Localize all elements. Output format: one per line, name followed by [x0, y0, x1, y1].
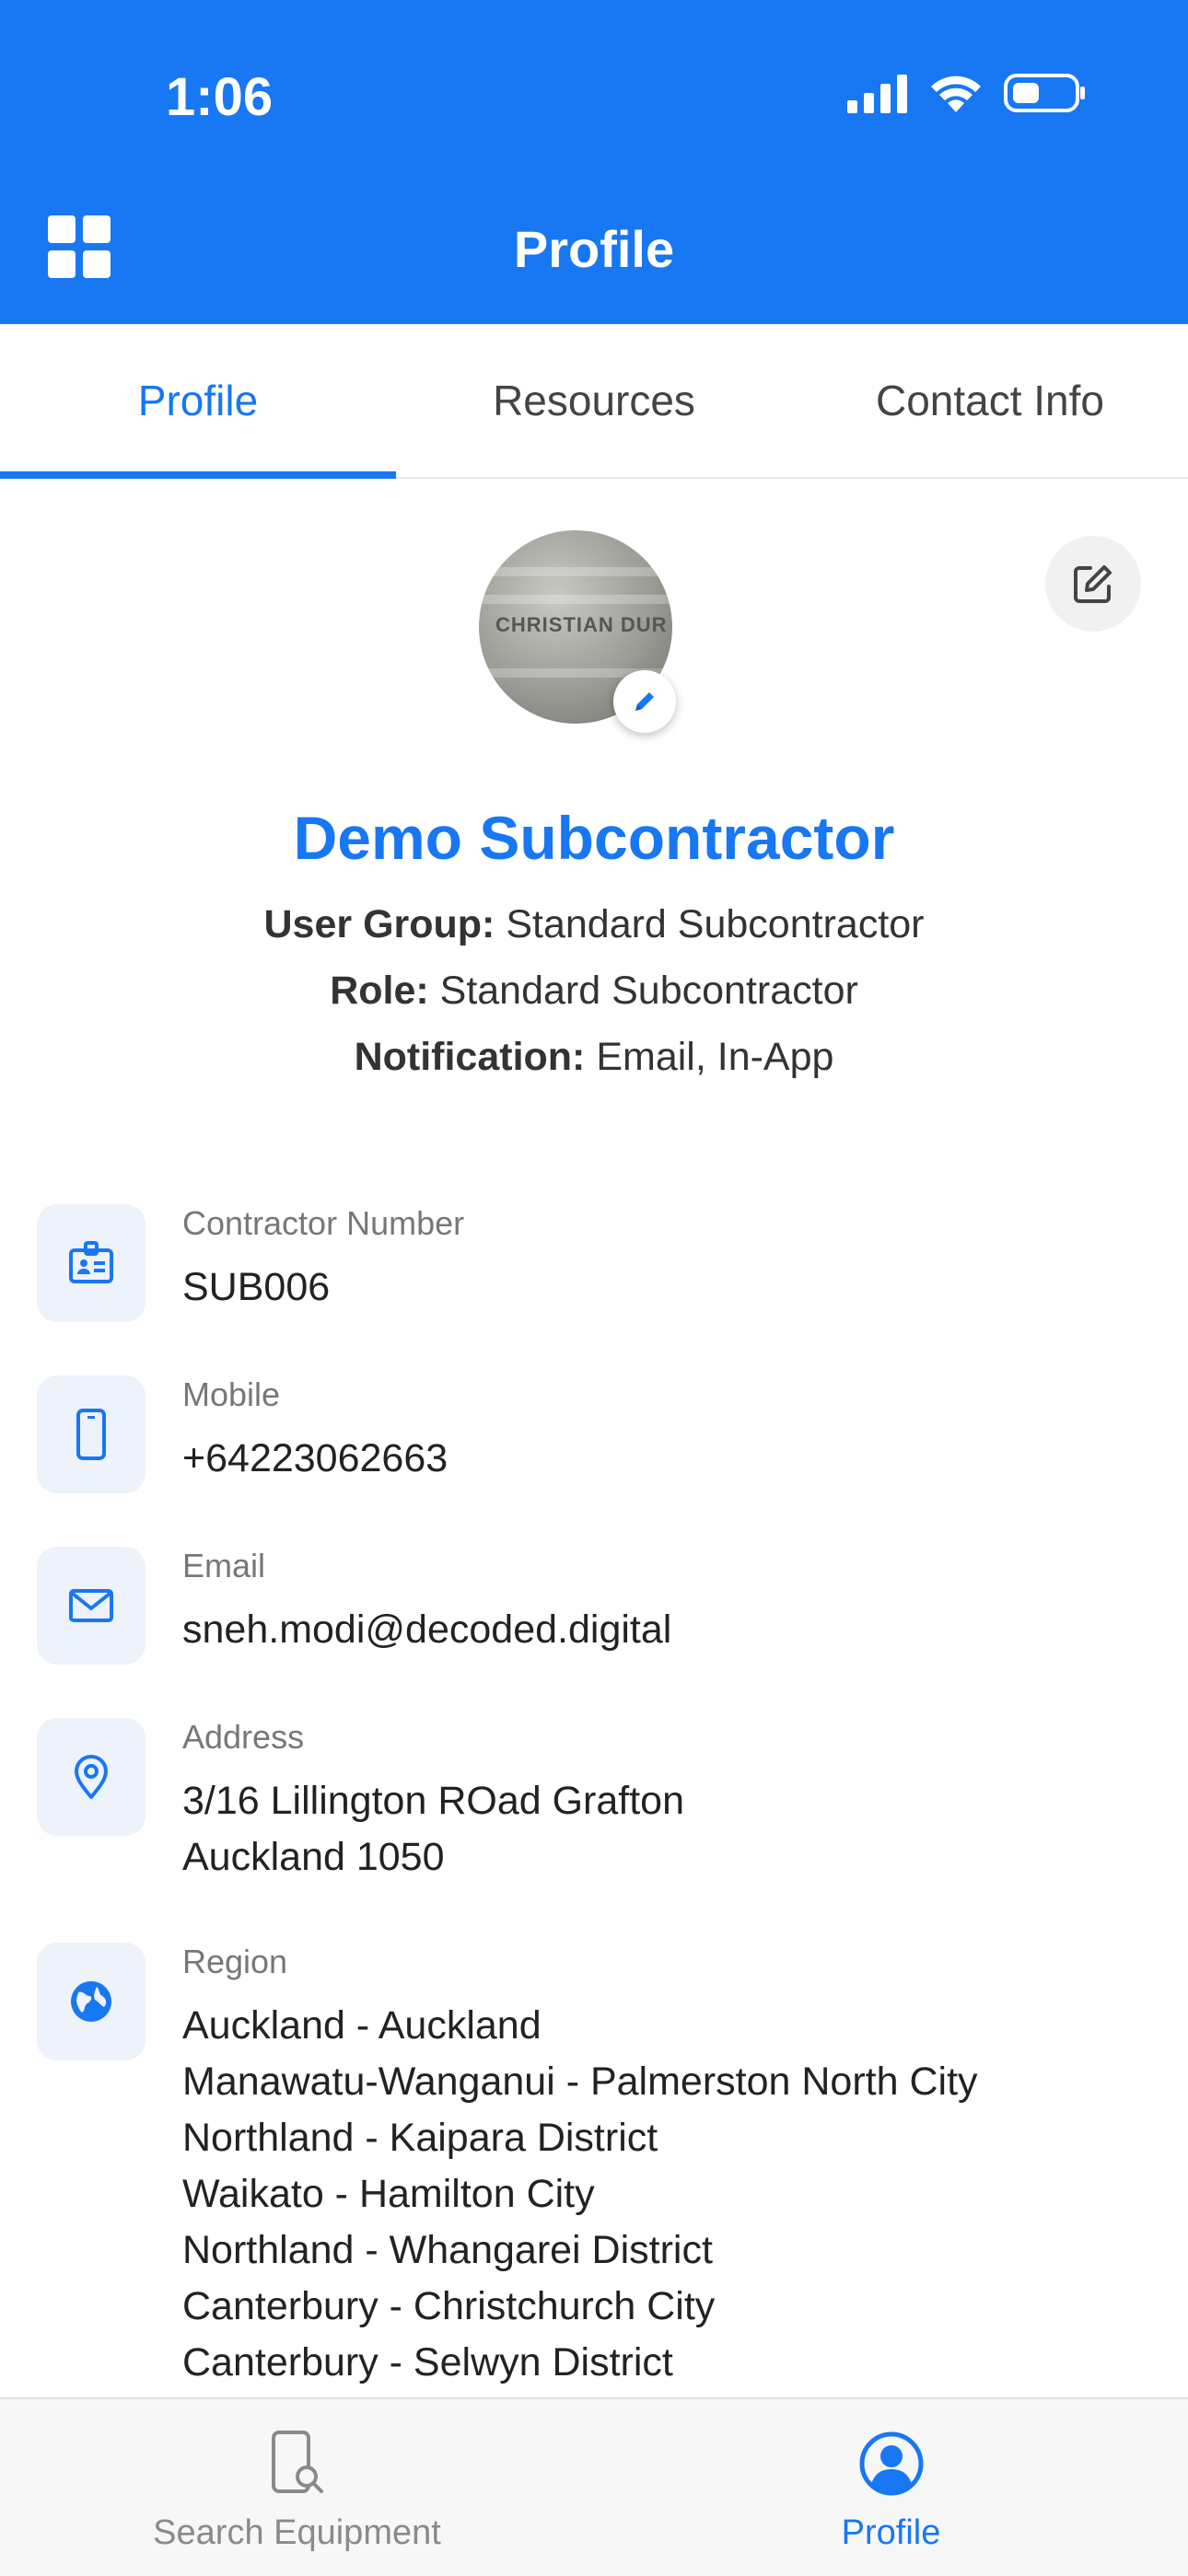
tab-resources[interactable]: Resources [396, 324, 792, 477]
bottom-nav: Search Equipment Profile [0, 2397, 1188, 2576]
profile-name: Demo Subcontractor [293, 804, 895, 872]
status-time: 1:06 [166, 67, 274, 127]
address-line-1: 3/16 Lillington ROad Grafton [182, 1779, 684, 1823]
app-header: 1:06 Profile [0, 0, 1188, 324]
profile-icon [859, 2431, 923, 2496]
region-line: Manawatu-Wanganui - Palmerston North Cit… [182, 2060, 978, 2104]
mobile-label: Mobile [182, 1375, 281, 1413]
region-label: Region [182, 1943, 288, 1980]
nav-search-equipment-label: Search Equipment [153, 2513, 441, 2552]
nav-profile-label: Profile [841, 2513, 941, 2552]
region-line: Northland - Kaipara District [182, 2116, 658, 2160]
region-line: Auckland - Auckland [182, 2003, 542, 2048]
region-line: Waikato - Hamilton City [182, 2172, 595, 2216]
mail-icon-box [37, 1547, 146, 1665]
location-icon-box [37, 1718, 146, 1836]
region-line: Northland - Whangarei District [182, 2228, 713, 2272]
nav-profile[interactable]: Profile [594, 2399, 1188, 2576]
tab-bar: Profile Resources Contact Info [0, 324, 1188, 479]
email-label: Email [182, 1547, 266, 1584]
region-value: Auckland - Auckland Manawatu-Wanganui - … [182, 1998, 978, 2391]
edit-profile-button[interactable] [1045, 536, 1141, 632]
mobile-value[interactable]: +64223062663 [182, 1431, 448, 1487]
signal-icon [847, 75, 907, 113]
avatar-photo-text: CHRISTIAN DUR [495, 613, 668, 636]
battery-icon [1004, 74, 1085, 112]
avatar-container: CHRISTIAN DUR [479, 530, 676, 733]
phone-icon-box [37, 1375, 146, 1493]
address-label: Address [182, 1718, 305, 1756]
status-icons [847, 72, 1087, 114]
globe-icon [71, 1981, 111, 2022]
notification-line: Notification: Email, In-App [0, 1035, 1188, 1080]
address-line-2: Auckland 1050 [182, 1835, 445, 1879]
nav-search-equipment[interactable]: Search Equipment [0, 2399, 594, 2576]
avatar-edit-button[interactable] [613, 670, 676, 733]
id-badge-icon [69, 1241, 113, 1283]
tab-contact-info[interactable]: Contact Info [792, 324, 1188, 477]
region-line: Canterbury - Selwyn District [182, 2340, 673, 2385]
search-equipment-icon [271, 2431, 323, 2493]
page-title: Profile [513, 220, 675, 278]
contractor-number-value: SUB006 [182, 1265, 331, 1309]
id-badge-icon-box [37, 1204, 146, 1322]
email-value[interactable]: sneh.modi@decoded.digital [182, 1602, 671, 1658]
wifi-icon [931, 75, 981, 112]
role-value: Standard Subcontractor [439, 969, 858, 1013]
edit-square-icon [1074, 565, 1112, 603]
role-line: Role: Standard Subcontractor [0, 969, 1188, 1014]
user-group-line: User Group: Standard Subcontractor [0, 902, 1188, 947]
contractor-number-label: Contractor Number [182, 1204, 465, 1242]
globe-icon-box [37, 1943, 146, 2060]
notification-label: Notification: [354, 1035, 586, 1079]
user-group-value: Standard Subcontractor [506, 902, 925, 946]
mail-icon [69, 1589, 113, 1622]
region-line: Canterbury - Christchurch City [182, 2284, 716, 2328]
notification-value: Email, In-App [596, 1035, 834, 1079]
location-pin-icon [75, 1755, 108, 1799]
tab-profile[interactable]: Profile [0, 324, 396, 479]
user-group-label: User Group: [263, 902, 495, 946]
pencil-icon [635, 692, 654, 711]
role-label: Role: [330, 969, 429, 1013]
phone-icon [76, 1409, 106, 1460]
address-value: 3/16 Lillington ROad Grafton Auckland 10… [182, 1773, 684, 1886]
